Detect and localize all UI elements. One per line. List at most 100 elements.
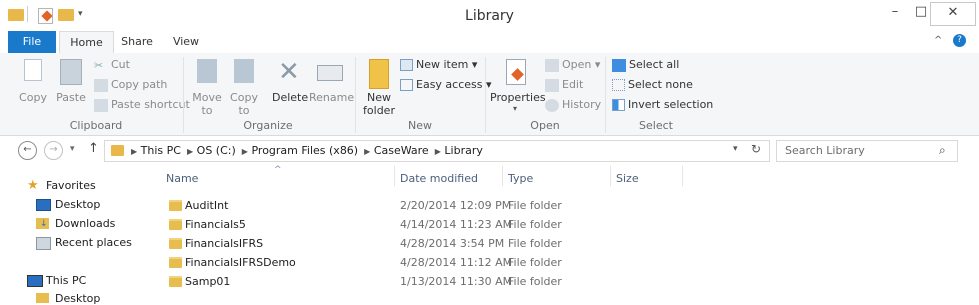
desktop-icon bbox=[36, 293, 49, 303]
cut-button[interactable]: ✂ Cut bbox=[94, 58, 130, 72]
move-to-icon bbox=[197, 59, 217, 83]
column-divider[interactable] bbox=[394, 166, 395, 186]
edit-button[interactable]: Edit bbox=[545, 78, 583, 92]
breadcrumb-library[interactable]: Library bbox=[444, 144, 482, 157]
up-button[interactable]: ↑ bbox=[88, 141, 99, 156]
group-label-open: Open bbox=[530, 119, 560, 132]
column-divider[interactable] bbox=[682, 166, 683, 186]
file-date: 2/20/2014 12:09 PM bbox=[400, 199, 512, 212]
ribbon: Copy Paste ✂ Cut Copy path Paste shortcut… bbox=[0, 53, 979, 136]
file-type: File folder bbox=[508, 275, 562, 288]
table-row[interactable]: Samp01 1/13/2014 11:30 AM File folder bbox=[160, 273, 680, 291]
tab-view[interactable]: View bbox=[166, 31, 206, 53]
tab-share[interactable]: Share bbox=[116, 31, 158, 53]
open-button[interactable]: Open ▾ bbox=[545, 58, 600, 72]
table-row[interactable]: Financials5 4/14/2014 11:23 AM File fold… bbox=[160, 216, 680, 234]
column-header-name[interactable]: Name bbox=[166, 172, 198, 185]
column-header-type[interactable]: Type bbox=[508, 172, 533, 185]
history-button[interactable]: History bbox=[545, 98, 601, 112]
nav-this-pc[interactable]: This PC bbox=[46, 274, 86, 287]
nav-desktop[interactable]: Desktop bbox=[55, 198, 100, 211]
easy-access-label: Easy access bbox=[416, 78, 483, 91]
paste-shortcut-label: Paste shortcut bbox=[111, 98, 190, 111]
file-type: File folder bbox=[508, 218, 562, 231]
sort-ascending-icon: ^ bbox=[274, 165, 282, 175]
address-bar[interactable]: ▶ This PC ▶ OS (C:) ▶ Program Files (x86… bbox=[104, 140, 770, 162]
properties-dropdown-icon[interactable]: ▾ bbox=[490, 104, 540, 113]
search-input[interactable]: Search Library bbox=[785, 144, 865, 157]
group-separator bbox=[485, 57, 486, 133]
table-row[interactable]: AuditInt 2/20/2014 12:09 PM File folder bbox=[160, 197, 680, 215]
file-date: 4/14/2014 11:23 AM bbox=[400, 218, 513, 231]
nav-recent-places[interactable]: Recent places bbox=[55, 236, 132, 249]
copy-label: Copy bbox=[19, 91, 47, 104]
search-box[interactable]: Search Library ⌕ bbox=[776, 140, 958, 162]
folder-icon bbox=[111, 145, 124, 156]
address-dropdown-icon[interactable]: ▾ bbox=[733, 144, 738, 154]
move-to-label-2: to bbox=[201, 104, 213, 117]
nav-downloads[interactable]: Downloads bbox=[55, 217, 115, 230]
select-none-button[interactable]: Select none bbox=[612, 78, 693, 91]
table-row[interactable]: FinancialsIFRSDemo 4/28/2014 11:12 AM Fi… bbox=[160, 254, 680, 272]
forward-button[interactable]: → bbox=[44, 141, 63, 160]
title-bar: ▾ Library – □ ✕ bbox=[0, 0, 979, 31]
group-separator bbox=[605, 57, 606, 133]
move-to-label: Move bbox=[192, 91, 222, 104]
file-name: Financials5 bbox=[185, 218, 246, 231]
file-name: FinancialsIFRS bbox=[185, 237, 264, 250]
copy-to-label-2: to bbox=[238, 104, 250, 117]
file-date: 1/13/2014 11:30 AM bbox=[400, 275, 513, 288]
new-folder-label-2: folder bbox=[363, 104, 395, 117]
tab-home[interactable]: Home bbox=[59, 31, 114, 54]
rename-icon bbox=[317, 65, 343, 81]
file-type: File folder bbox=[508, 199, 562, 212]
delete-label: Delete bbox=[272, 91, 309, 104]
file-name: FinancialsIFRSDemo bbox=[185, 256, 296, 269]
file-date: 4/28/2014 3:54 PM bbox=[400, 237, 505, 250]
group-label-new: New bbox=[408, 119, 432, 132]
nav-favorites[interactable]: Favorites bbox=[46, 179, 96, 192]
clipboard-icon bbox=[60, 59, 82, 85]
breadcrumb-caseware[interactable]: CaseWare bbox=[374, 144, 429, 157]
group-label-clipboard: Clipboard bbox=[69, 119, 123, 132]
folder-icon bbox=[169, 257, 182, 268]
select-all-button[interactable]: Select all bbox=[612, 58, 679, 72]
invert-selection-label: Invert selection bbox=[628, 98, 714, 111]
rename-label: Rename bbox=[309, 91, 355, 104]
collapse-ribbon-icon[interactable]: ^ bbox=[934, 35, 942, 46]
recent-locations-icon[interactable]: ▾ bbox=[70, 144, 75, 154]
column-header-size[interactable]: Size bbox=[616, 172, 639, 185]
file-name: AuditInt bbox=[185, 199, 229, 212]
new-item-button[interactable]: New item ▾ bbox=[400, 58, 477, 71]
column-header-date[interactable]: Date modified bbox=[400, 172, 478, 185]
ribbon-tabs: File Home Share View ^ ? bbox=[0, 31, 979, 54]
group-separator bbox=[183, 57, 184, 133]
paste-shortcut-button[interactable]: Paste shortcut bbox=[94, 98, 190, 112]
group-label-organize: Organize bbox=[243, 119, 293, 132]
new-folder-icon bbox=[369, 59, 389, 89]
copy-path-button[interactable]: Copy path bbox=[94, 78, 167, 92]
back-button[interactable]: ← bbox=[18, 141, 37, 160]
column-divider[interactable] bbox=[610, 166, 611, 186]
breadcrumb-this-pc[interactable]: This PC bbox=[141, 144, 181, 157]
breadcrumb-os-c[interactable]: OS (C:) bbox=[197, 144, 236, 157]
nav-desktop-partial[interactable]: Desktop bbox=[55, 292, 100, 305]
column-divider[interactable] bbox=[502, 166, 503, 186]
history-label: History bbox=[562, 98, 602, 111]
refresh-icon[interactable]: ↻ bbox=[751, 142, 761, 156]
folder-icon bbox=[169, 219, 182, 230]
edit-label: Edit bbox=[562, 78, 584, 91]
table-row[interactable]: FinancialsIFRS 4/28/2014 3:54 PM File fo… bbox=[160, 235, 680, 253]
copy-to-label: Copy bbox=[230, 91, 258, 104]
search-icon[interactable]: ⌕ bbox=[939, 143, 946, 158]
easy-access-button[interactable]: Easy access ▾ bbox=[400, 78, 492, 91]
delete-x-icon: ✕ bbox=[278, 57, 300, 87]
invert-selection-button[interactable]: Invert selection bbox=[612, 98, 713, 111]
close-button[interactable]: ✕ bbox=[930, 2, 976, 26]
cut-label: Cut bbox=[111, 58, 130, 71]
this-pc-icon bbox=[27, 275, 43, 287]
help-icon[interactable]: ? bbox=[953, 34, 966, 47]
copy-to-icon bbox=[234, 59, 254, 83]
tab-file[interactable]: File bbox=[8, 31, 56, 53]
breadcrumb-program-files[interactable]: Program Files (x86) bbox=[251, 144, 358, 157]
